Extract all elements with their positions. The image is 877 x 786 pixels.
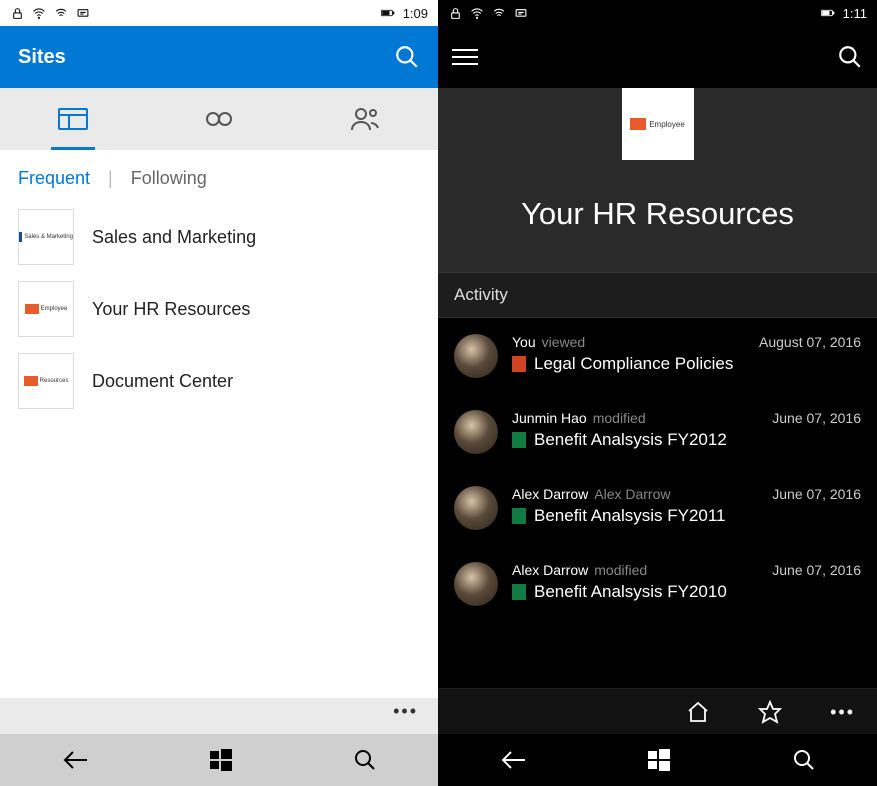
home-icon[interactable] — [686, 700, 710, 724]
activity-action: modified — [594, 562, 647, 578]
search-icon[interactable] — [353, 748, 377, 772]
search-icon[interactable] — [792, 748, 816, 772]
wifi-icon — [470, 6, 484, 20]
activity-item[interactable]: Alex Darrow Alex Darrow June 07, 2016 Be… — [438, 470, 877, 546]
activity-user: Alex Darrow — [512, 562, 588, 578]
nav-bar-left — [0, 734, 438, 786]
activity-item[interactable]: Junmin Hao modified June 07, 2016 Benefi… — [438, 394, 877, 470]
hamburger-icon[interactable] — [452, 49, 478, 65]
site-list: Sales & Marketing Sales and Marketing Em… — [0, 201, 438, 698]
site-item[interactable]: Employee Your HR Resources — [18, 273, 420, 345]
sites-header: Sites — [0, 26, 438, 88]
activity-date: June 07, 2016 — [772, 562, 861, 578]
site-tile: Employee — [622, 88, 694, 160]
back-icon[interactable] — [499, 750, 527, 770]
site-thumbnail: Resources — [18, 353, 74, 409]
avatar — [454, 562, 498, 606]
activity-item[interactable]: You viewed August 07, 2016 Legal Complia… — [438, 318, 877, 394]
site-thumbnail: Employee — [18, 281, 74, 337]
battery-icon — [821, 6, 835, 20]
powerpoint-icon — [512, 356, 526, 372]
status-bar-right: 1:11 — [438, 0, 877, 26]
signal-icon — [54, 6, 68, 20]
activity-filename: Legal Compliance Policies — [534, 354, 733, 374]
activity-action: viewed — [542, 334, 586, 350]
activity-user: You — [512, 334, 536, 350]
site-item[interactable]: Sales & Marketing Sales and Marketing — [18, 201, 420, 273]
excel-icon — [512, 432, 526, 448]
star-icon[interactable] — [758, 700, 782, 724]
phone-left: 1:09 Sites Frequent | Following Sales & … — [0, 0, 438, 786]
activity-user: Alex Darrow — [512, 486, 588, 502]
activity-action: modified — [593, 410, 646, 426]
phone-right: 1:11 Employee Your HR Resources Activity… — [438, 0, 877, 786]
activity-action: Alex Darrow — [594, 486, 670, 502]
site-name: Document Center — [92, 371, 233, 392]
windows-icon[interactable] — [210, 749, 232, 771]
avatar — [454, 410, 498, 454]
site-name: Your HR Resources — [92, 299, 250, 320]
tab-links[interactable] — [146, 88, 292, 150]
tab-people[interactable] — [292, 88, 438, 150]
activity-item[interactable]: Alex Darrow modified June 07, 2016 Benef… — [438, 546, 877, 622]
lock-icon — [448, 6, 462, 20]
site-header — [438, 26, 877, 88]
signal-icon — [492, 6, 506, 20]
excel-icon — [512, 584, 526, 600]
activity-list[interactable]: You viewed August 07, 2016 Legal Complia… — [438, 318, 877, 688]
filter-divider: | — [108, 168, 113, 189]
status-bar-left: 1:09 — [0, 0, 438, 26]
app-bar: ••• — [0, 698, 438, 734]
activity-date: June 07, 2016 — [772, 486, 861, 502]
activity-date: August 07, 2016 — [759, 334, 861, 350]
back-icon[interactable] — [61, 750, 89, 770]
search-icon[interactable] — [394, 44, 420, 70]
activity-date: June 07, 2016 — [772, 410, 861, 426]
message-icon — [514, 6, 528, 20]
battery-icon — [381, 6, 395, 20]
filter-following[interactable]: Following — [131, 168, 207, 189]
activity-header: Activity — [438, 272, 877, 318]
action-bar: ••• — [438, 688, 877, 734]
sites-title: Sites — [18, 46, 66, 69]
site-hero-title: Your HR Resources — [438, 196, 877, 232]
avatar — [454, 334, 498, 378]
avatar — [454, 486, 498, 530]
activity-filename: Benefit Analsysis FY2011 — [534, 506, 726, 526]
activity-user: Junmin Hao — [512, 410, 587, 426]
site-name: Sales and Marketing — [92, 227, 256, 248]
filter-frequent[interactable]: Frequent — [18, 168, 90, 189]
clock-time: 1:09 — [403, 6, 428, 21]
ellipsis-icon[interactable]: ••• — [830, 703, 855, 721]
search-icon[interactable] — [837, 44, 863, 70]
windows-icon[interactable] — [648, 749, 670, 771]
lock-icon — [10, 6, 24, 20]
sites-tabs — [0, 88, 438, 150]
filter-row: Frequent | Following — [0, 150, 438, 201]
tab-sites[interactable] — [0, 88, 146, 150]
clock-time: 1:11 — [843, 6, 867, 21]
message-icon — [76, 6, 90, 20]
site-hero: Employee Your HR Resources — [438, 88, 877, 272]
activity-filename: Benefit Analsysis FY2010 — [534, 582, 727, 602]
site-item[interactable]: Resources Document Center — [18, 345, 420, 417]
site-thumbnail: Sales & Marketing — [18, 209, 74, 265]
nav-bar-right — [438, 734, 877, 786]
activity-filename: Benefit Analsysis FY2012 — [534, 430, 727, 450]
excel-icon — [512, 508, 526, 524]
ellipsis-icon[interactable]: ••• — [393, 702, 418, 720]
wifi-icon — [32, 6, 46, 20]
